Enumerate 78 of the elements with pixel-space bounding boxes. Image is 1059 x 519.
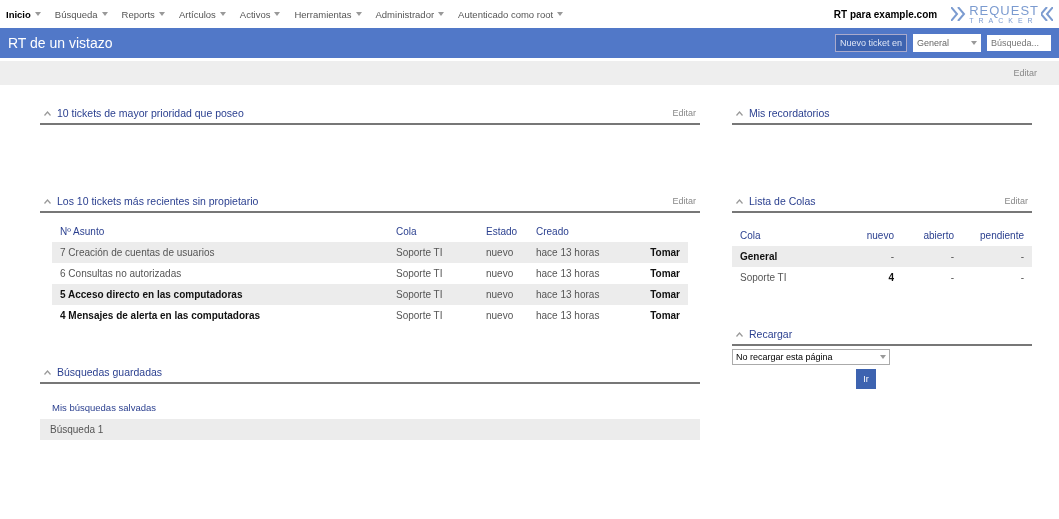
table-cell: Soporte TI xyxy=(388,242,478,263)
collapse-icon[interactable] xyxy=(44,369,51,375)
caret-icon xyxy=(101,12,108,16)
column-header: Creado xyxy=(535,225,570,239)
table-cell-text: hace 13 horas xyxy=(535,309,601,323)
queue-select[interactable]: General xyxy=(913,34,981,52)
site-name: RT para example.com xyxy=(833,8,938,20)
subsection-title: Mis búsquedas salvadas xyxy=(51,401,158,415)
table-cell: nuevo xyxy=(478,242,528,263)
edit-link[interactable]: Editar xyxy=(1004,196,1028,206)
edit-link[interactable]: Editar xyxy=(672,196,696,206)
caret-icon xyxy=(971,41,977,45)
page-title: RT de un vistazo xyxy=(8,35,113,51)
column-header: Estado xyxy=(485,225,519,239)
take-link[interactable]: Tomar xyxy=(618,263,688,284)
menu-item[interactable]: Administrador xyxy=(375,8,445,20)
collapse-icon[interactable] xyxy=(736,110,743,116)
table-cell: hace 13 horas xyxy=(528,284,618,305)
caret-icon xyxy=(158,12,165,16)
column-header: abierto xyxy=(922,229,955,243)
menu-item[interactable]: Inicio xyxy=(6,8,41,20)
ticket-subject[interactable]: 7 Creación de cuentas de usuarios xyxy=(52,242,388,263)
search-field[interactable]: Búsqueda... xyxy=(987,35,1051,51)
table-cell-text: nuevo xyxy=(485,267,515,281)
collapse-icon[interactable] xyxy=(44,198,51,204)
menu-item[interactable]: Herramientas xyxy=(294,8,362,20)
menu-item[interactable]: Reports xyxy=(121,8,165,20)
caret-icon xyxy=(438,12,445,16)
caret-icon xyxy=(219,12,226,16)
table-cell: Soporte TI xyxy=(388,284,478,305)
menu-item[interactable]: Activos xyxy=(239,8,281,20)
column-header: Cola xyxy=(395,225,418,239)
take-link[interactable]: Tomar xyxy=(618,305,688,326)
table-cell: hace 13 horas xyxy=(528,242,618,263)
take-link[interactable]: Tomar xyxy=(618,284,688,305)
table-cell-text: Soporte TI xyxy=(395,267,444,281)
table-cell: nuevo xyxy=(478,284,528,305)
ticket-subject[interactable]: 4 Mensajes de alerta en las computadoras xyxy=(52,305,388,326)
menu-item[interactable]: Búsqueda xyxy=(54,8,108,20)
caret-icon xyxy=(557,12,564,16)
collapse-icon[interactable] xyxy=(736,198,743,204)
table-cell-text: - xyxy=(1019,271,1025,285)
caret-icon xyxy=(355,12,362,16)
menu-item[interactable]: Artículos xyxy=(178,8,226,20)
section-title: Los 10 tickets más recientes sin propietario xyxy=(57,195,259,207)
queue-name[interactable]: Soporte TI xyxy=(732,267,842,288)
table-cell-text: hace 13 horas xyxy=(535,267,601,281)
column-header: Cola xyxy=(739,229,762,243)
new-ticket-button[interactable]: Nuevo ticket en xyxy=(834,34,907,52)
table-cell: - xyxy=(902,246,962,267)
go-button[interactable]: Ir xyxy=(856,369,876,389)
saved-search-item[interactable]: Búsqueda 1 xyxy=(40,419,700,440)
reload-select[interactable]: No recargar esta página xyxy=(732,349,890,365)
table-cell-text: - xyxy=(949,271,955,285)
ticket-subject[interactable]: 5 Acceso directo en las computadoras xyxy=(52,284,388,305)
table-cell-text: nuevo xyxy=(485,309,515,323)
table-cell: - xyxy=(962,246,1032,267)
column-header: pendiente xyxy=(979,229,1025,243)
section-title: Recargar xyxy=(749,328,793,340)
caret-icon xyxy=(880,355,886,359)
queue-name[interactable]: General xyxy=(732,246,842,267)
edit-link[interactable]: Editar xyxy=(672,108,696,118)
menu-item[interactable]: Autenticado como root xyxy=(458,8,564,20)
column-header: nuevo xyxy=(865,229,895,243)
take-link[interactable]: Tomar xyxy=(618,242,688,263)
table-cell-text: 4 xyxy=(887,271,895,285)
collapse-icon[interactable] xyxy=(44,110,51,116)
section-title: Lista de Colas xyxy=(749,195,816,207)
section-title: 10 tickets de mayor prioridad que poseo xyxy=(57,107,244,119)
section-title: Búsquedas guardadas xyxy=(57,366,163,378)
table-cell-text: Soporte TI xyxy=(395,309,444,323)
collapse-icon[interactable] xyxy=(736,331,743,337)
column-header: Nº Asunto xyxy=(59,225,106,239)
caret-icon xyxy=(274,12,281,16)
caret-icon xyxy=(34,12,41,16)
section-title: Mis recordatorios xyxy=(749,107,830,119)
table-cell: - xyxy=(842,246,902,267)
ticket-subject[interactable]: 6 Consultas no autorizadas xyxy=(52,263,388,284)
